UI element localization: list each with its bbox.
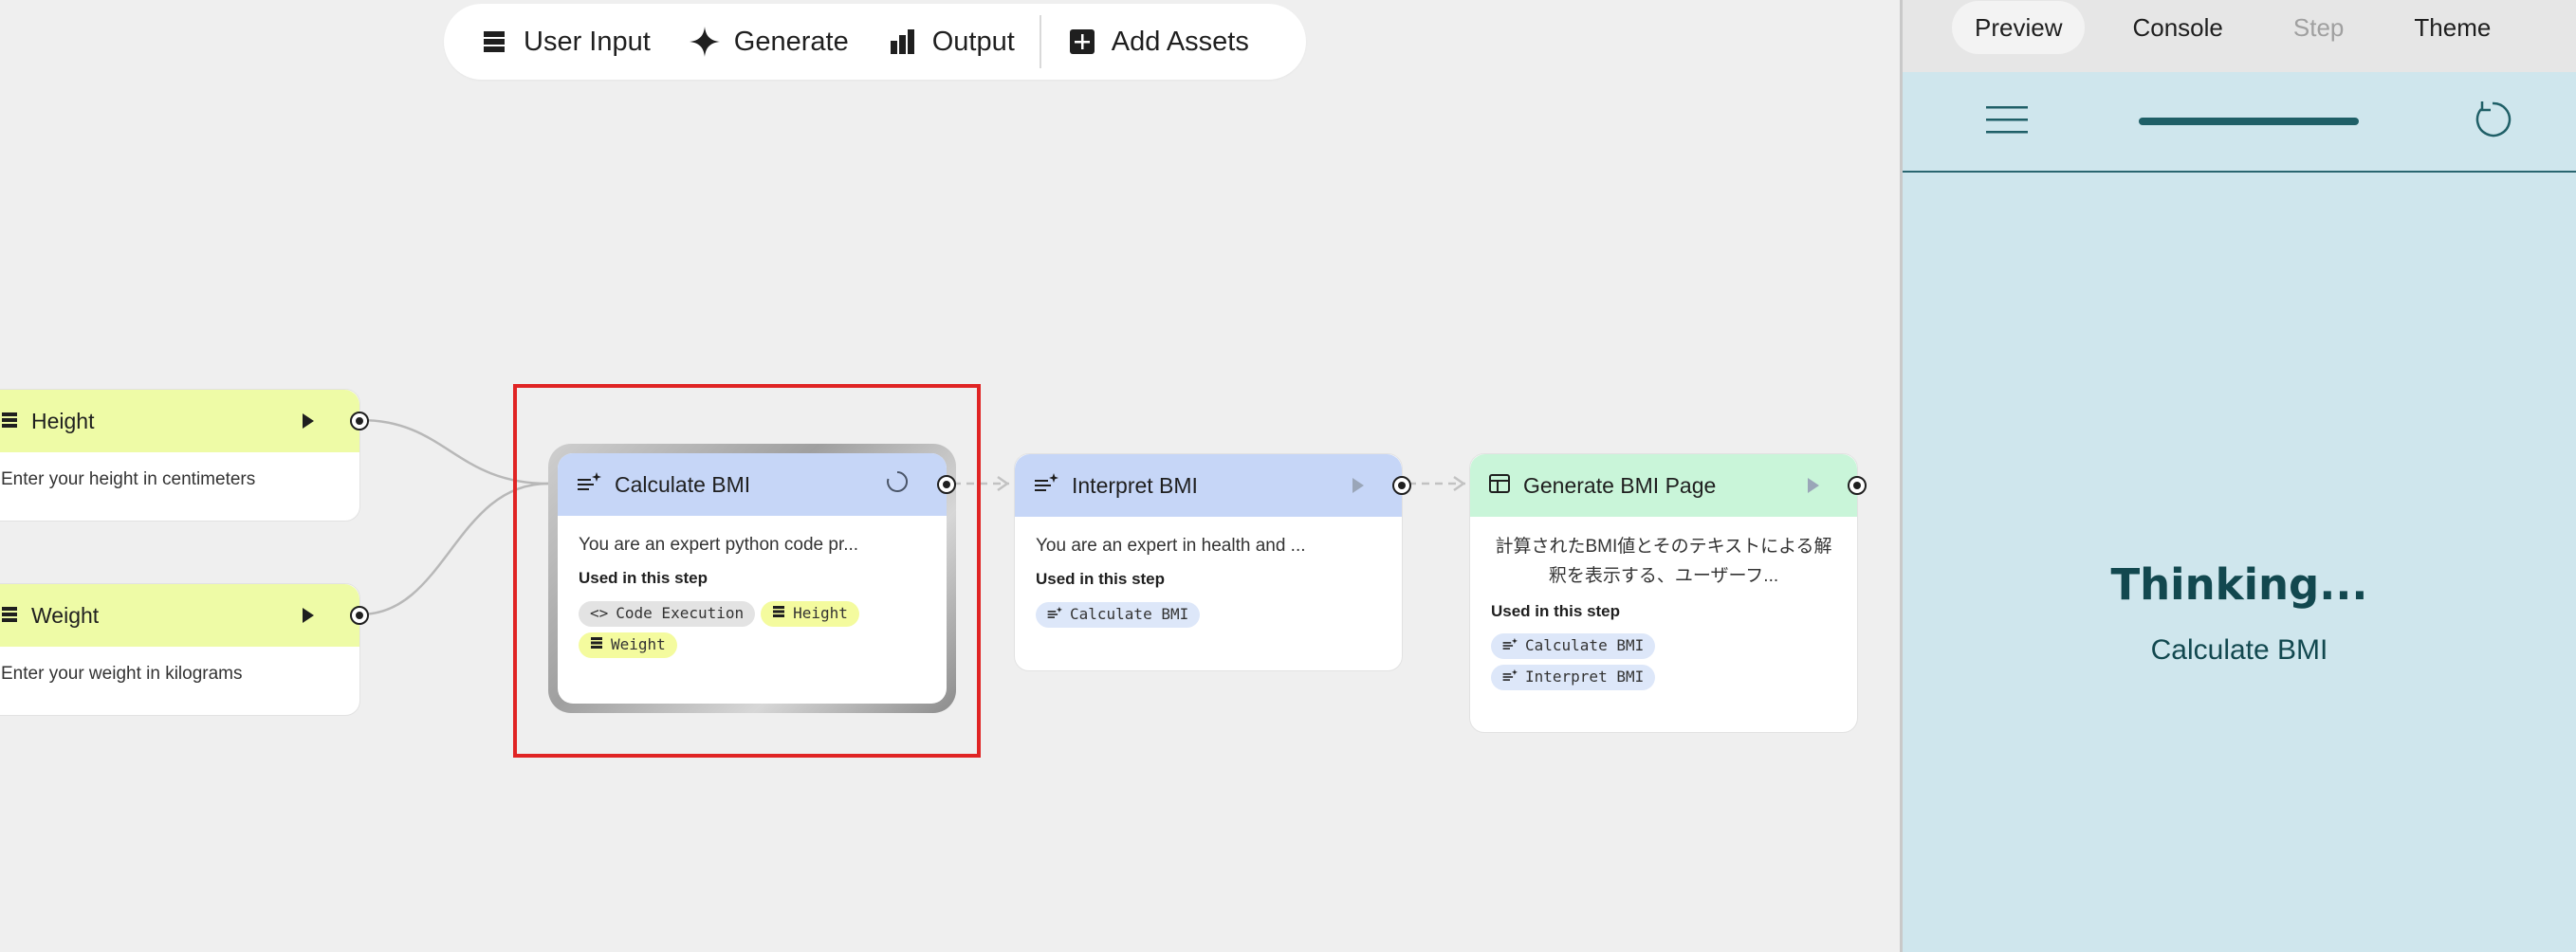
thinking-status: Thinking... xyxy=(2110,559,2368,610)
node-interpret-bmi-header: Interpret BMI xyxy=(1015,454,1402,517)
node-generate-bmi-page-body: 計算されたBMI値とそのテキストによる解釈を表示する、ユーザーフ... Used… xyxy=(1470,517,1857,705)
asset-chips: Calculate BMI Interpret BMI xyxy=(1491,633,1836,691)
chip-interpret-bmi[interactable]: Interpret BMI xyxy=(1491,665,1656,691)
flow-canvas[interactable]: User Input Generate Output Add Assets He… xyxy=(0,0,1900,952)
wire-interpret-to-page-arrow xyxy=(1453,475,1466,492)
wire-calc-to-interpret-arrow xyxy=(997,475,1010,492)
run-step-icon[interactable] xyxy=(303,413,314,429)
tab-step[interactable]: Step xyxy=(2271,1,2367,54)
node-generate-bmi-page[interactable]: Generate BMI Page 計算されたBMI値とそのテキストによる解釈を… xyxy=(1469,453,1867,733)
web-page-icon xyxy=(1489,473,1510,499)
node-height-title: Height xyxy=(31,408,95,433)
node-weight[interactable]: Weight Enter your weight in kilograms xyxy=(0,583,369,716)
run-step-icon[interactable] xyxy=(303,608,314,623)
node-height[interactable]: Height Enter your height in centimeters xyxy=(0,389,369,522)
node-weight-title: Weight xyxy=(31,602,100,628)
node-generate-bmi-page-header: Generate BMI Page xyxy=(1470,454,1857,517)
node-generate-bmi-page-output-port[interactable] xyxy=(1848,476,1867,495)
add-box-icon xyxy=(1066,26,1098,58)
chip-label: Calculate BMI xyxy=(1525,636,1645,655)
chip-label: Interpret BMI xyxy=(1525,668,1645,687)
add-user-input-button[interactable]: User Input xyxy=(478,15,670,68)
node-height-body: Enter your height in centimeters xyxy=(1,469,256,489)
add-generate-button[interactable]: Generate xyxy=(670,15,868,68)
add-assets-label: Add Assets xyxy=(1111,26,1249,57)
node-height-header: Height xyxy=(0,390,359,452)
node-height-output-port[interactable] xyxy=(350,412,369,430)
user-input-icon xyxy=(478,26,510,58)
chip-label: Calculate BMI xyxy=(1070,604,1189,623)
node-generate-bmi-page-title: Generate BMI Page xyxy=(1523,472,1717,498)
thinking-step-name: Calculate BMI xyxy=(2150,634,2328,666)
generate-label: Generate xyxy=(733,26,849,57)
add-output-button[interactable]: Output xyxy=(868,15,1034,68)
refresh-icon[interactable] xyxy=(2470,97,2515,147)
node-interpret-bmi-title: Interpret BMI xyxy=(1072,472,1198,498)
menu-icon[interactable] xyxy=(1986,105,2028,138)
preview-content: Thinking... Calculate BMI xyxy=(1903,171,2576,952)
toolbar-divider xyxy=(1039,15,1041,68)
preview-panel: Preview Console Step Theme Thinking... C… xyxy=(1900,0,2576,952)
node-weight-output-port[interactable] xyxy=(350,606,369,625)
add-assets-button[interactable]: Add Assets xyxy=(1047,15,1268,68)
used-in-step-label: Used in this step xyxy=(1491,601,1621,620)
tab-console[interactable]: Console xyxy=(2109,1,2245,54)
user-input-label: User Input xyxy=(524,26,651,57)
node-interpret-bmi-body: You are an expert in health and ... Used… xyxy=(1015,517,1402,643)
progress-bar xyxy=(2139,118,2359,125)
text-generate-icon xyxy=(1047,603,1062,627)
selection-highlight-box xyxy=(513,384,981,758)
node-interpret-bmi-output-port[interactable] xyxy=(1392,476,1411,495)
text-generate-icon xyxy=(1502,634,1518,658)
panel-tabs: Preview Console Step Theme xyxy=(1903,0,2576,72)
user-input-icon xyxy=(1,409,18,434)
chip-calculate-bmi[interactable]: Calculate BMI xyxy=(1036,601,1201,628)
chip-calculate-bmi[interactable]: Calculate BMI xyxy=(1491,633,1656,660)
text-generate-icon xyxy=(1034,472,1058,499)
used-in-step-label: Used in this step xyxy=(1036,570,1166,589)
tab-preview[interactable]: Preview xyxy=(1952,1,2086,54)
sparkle-icon xyxy=(689,26,721,58)
node-interpret-bmi-prompt: You are an expert in health and ... xyxy=(1036,536,1306,556)
node-weight-header: Weight xyxy=(0,584,359,647)
user-input-icon xyxy=(1,603,18,629)
run-step-icon[interactable] xyxy=(1808,478,1819,493)
node-generate-bmi-page-prompt: 計算されたBMI値とそのテキストによる解釈を表示する、ユーザーフ... xyxy=(1495,537,1832,587)
run-step-icon[interactable] xyxy=(1352,478,1364,493)
output-icon xyxy=(887,26,919,58)
tab-theme[interactable]: Theme xyxy=(2391,1,2513,54)
output-label: Output xyxy=(931,26,1015,57)
node-toolbar: User Input Generate Output Add Assets xyxy=(444,4,1306,80)
asset-chips: Calculate BMI xyxy=(1036,601,1381,628)
text-generate-icon xyxy=(1502,666,1518,689)
preview-app-bar xyxy=(1903,72,2576,173)
node-weight-body: Enter your weight in kilograms xyxy=(1,664,243,684)
node-interpret-bmi[interactable]: Interpret BMI You are an expert in healt… xyxy=(1014,453,1411,671)
